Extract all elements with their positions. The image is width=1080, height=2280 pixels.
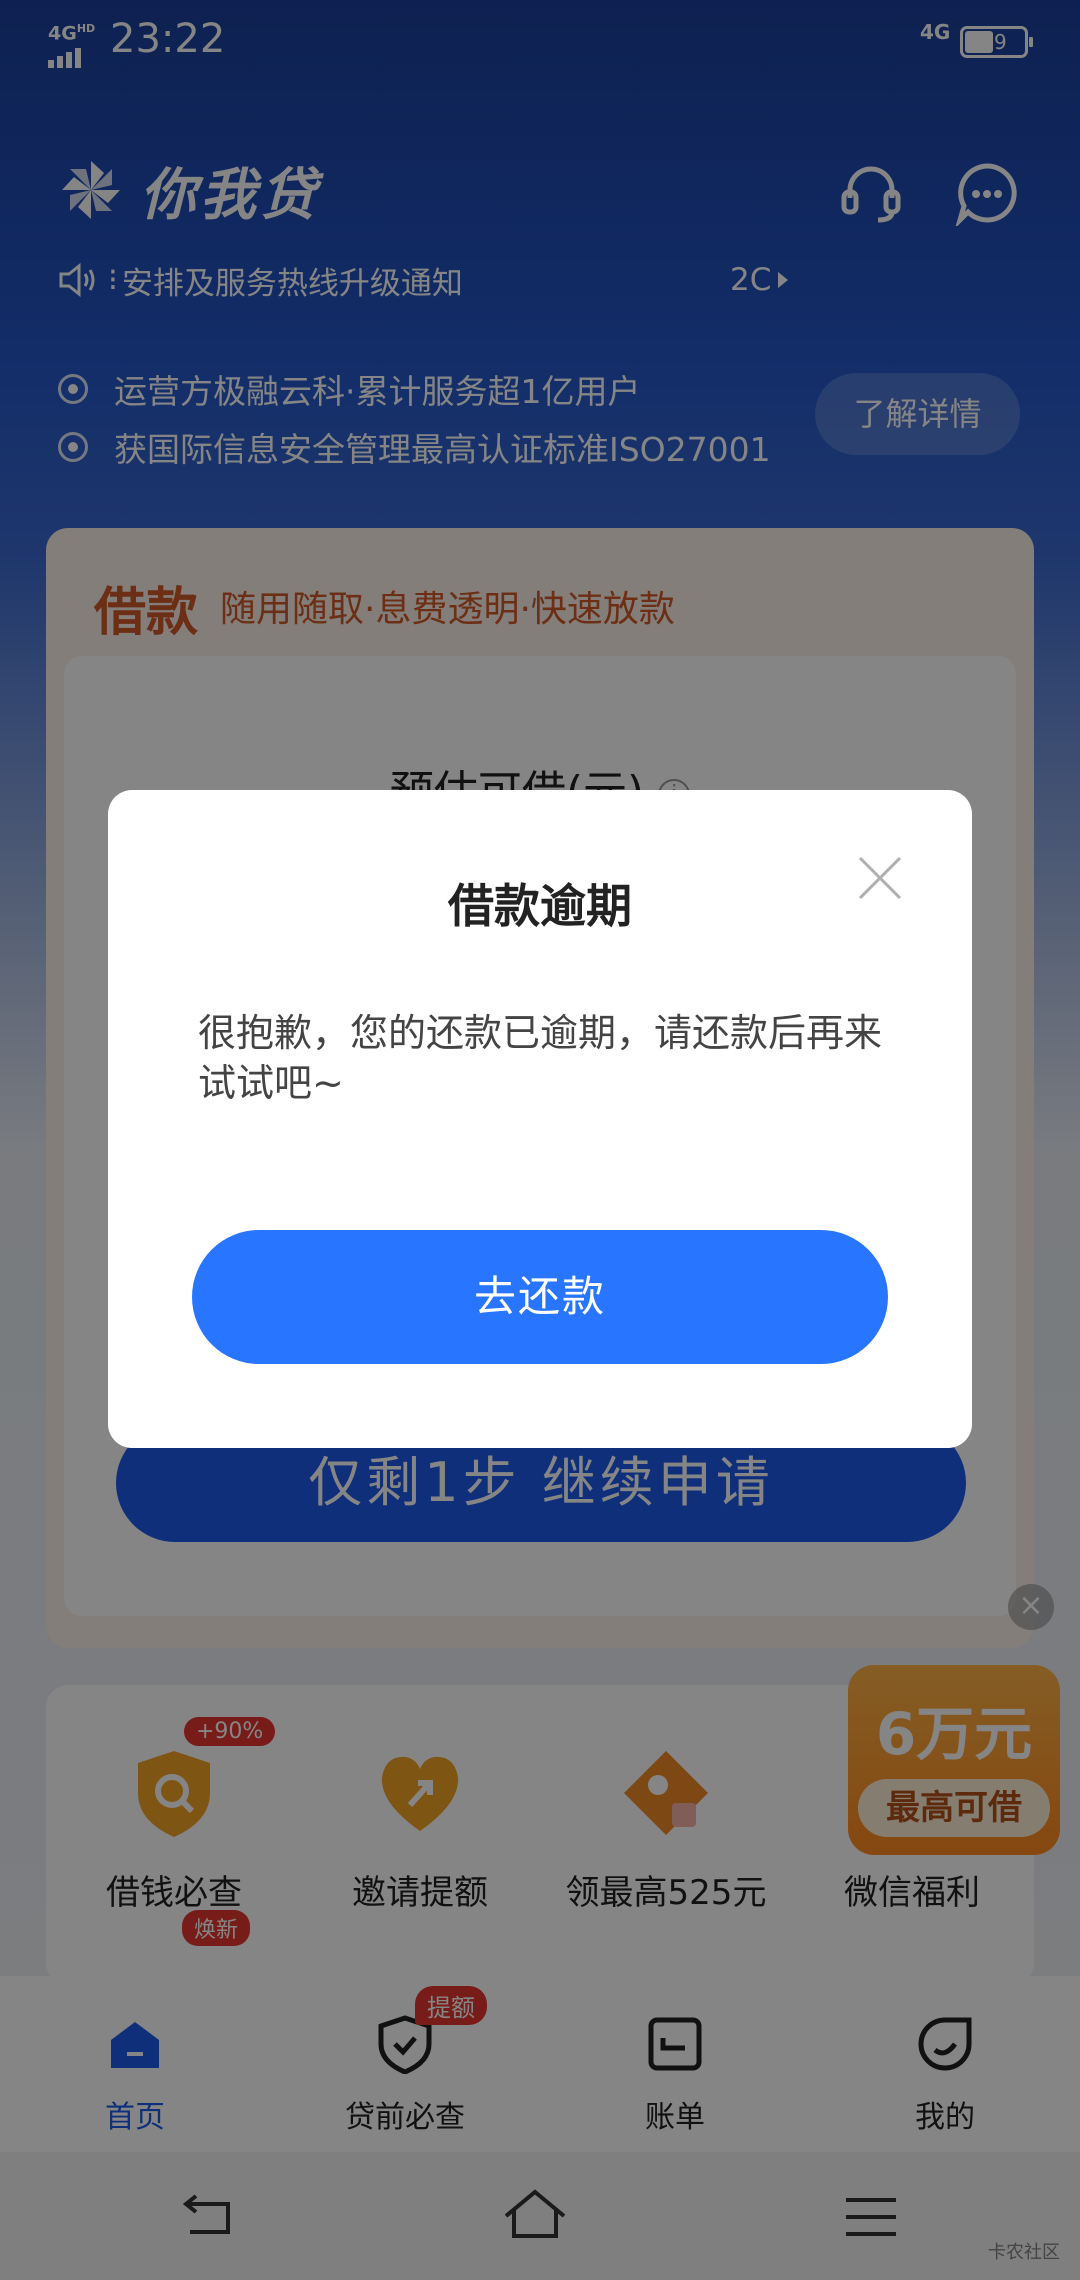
close-icon[interactable] (856, 854, 904, 902)
dialog-title: 借款逾期 (448, 879, 632, 933)
overdue-dialog: 借款逾期 很抱歉，您的还款已逾期，请还款后再来试试吧~ 去还款 (108, 790, 972, 1448)
go-repay-button[interactable]: 去还款 (192, 1230, 888, 1364)
app-screen: 4GHD 23:22 4G 49 你我贷 ⁝ 安排及服务热线升级通知 2C 运营… (0, 0, 1080, 2280)
watermark: 卡农社区 (988, 2242, 1060, 2263)
dialog-message: 很抱歉，您的还款已逾期，请还款后再来试试吧~ (198, 1011, 883, 1105)
